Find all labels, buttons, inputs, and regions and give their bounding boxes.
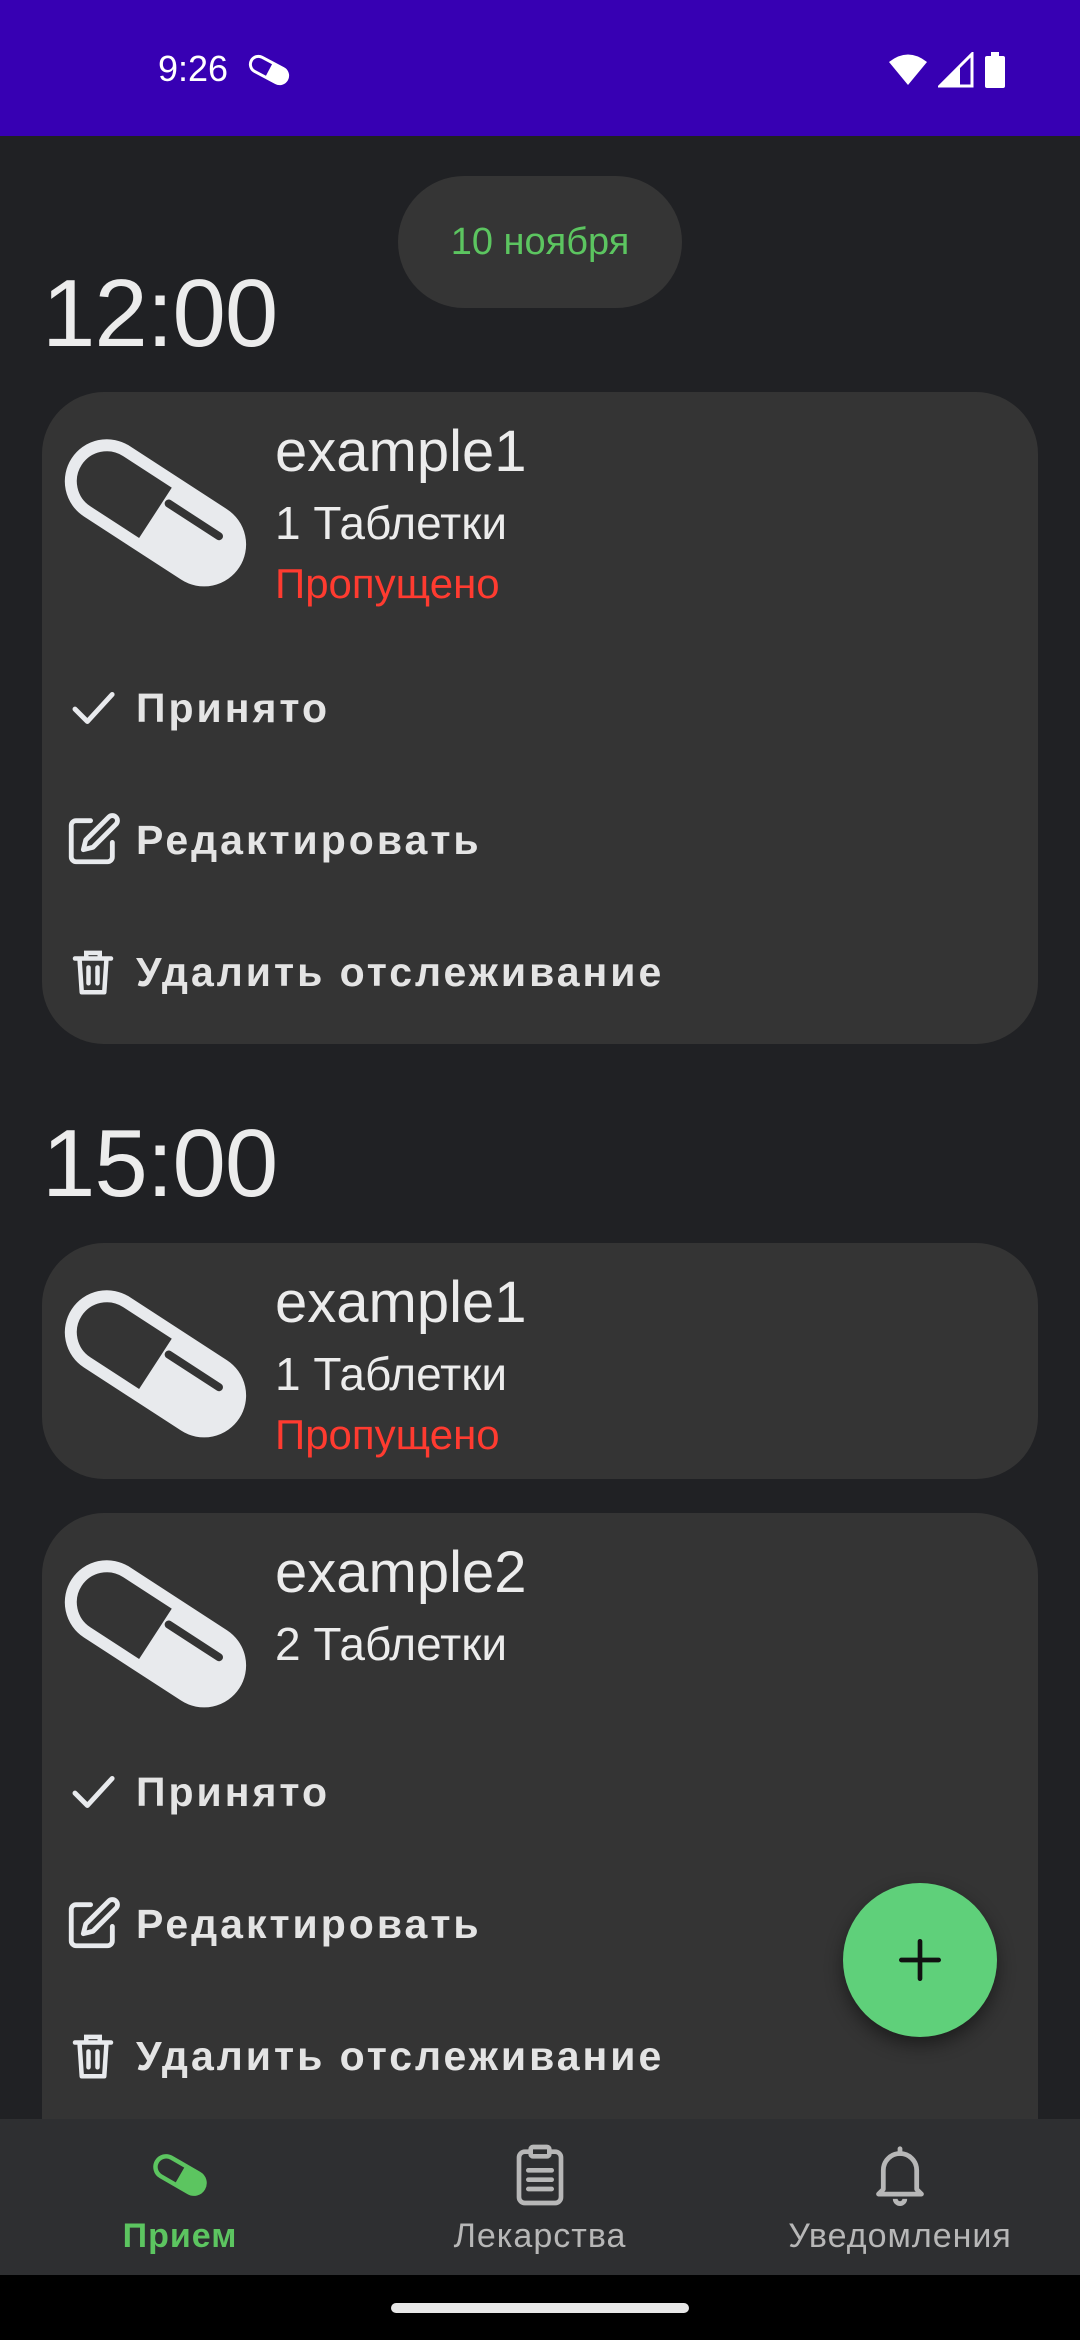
delete-tracking-button[interactable]: Удалить отслеживание bbox=[62, 2016, 962, 2096]
bottom-navigation: Прием Лекарства Уведомления bbox=[0, 2119, 1080, 2275]
gesture-navigation-area bbox=[0, 2275, 1080, 2340]
taken-label: Принято bbox=[136, 684, 330, 731]
medication-dose: 2 Таблетки bbox=[275, 1618, 508, 1670]
status-icons bbox=[888, 52, 1006, 88]
medication-dose: 1 Таблетки bbox=[275, 1348, 508, 1400]
nav-label: Лекарства bbox=[453, 2217, 627, 2255]
delete-tracking-button[interactable]: Удалить отслеживание bbox=[62, 932, 962, 1012]
edit-button[interactable]: Редактировать bbox=[62, 800, 962, 880]
status-time: 9:26 bbox=[158, 48, 229, 89]
intake-list[interactable]: 10 ноября 12:00 example1 1 Таблетки Проп… bbox=[0, 136, 1080, 2119]
pill-icon bbox=[148, 2143, 212, 2207]
check-icon bbox=[62, 1761, 124, 1823]
battery-icon bbox=[985, 52, 1005, 88]
plus-icon bbox=[899, 1939, 941, 1981]
taken-label: Принято bbox=[136, 1768, 330, 1815]
pill-notification-icon bbox=[248, 54, 290, 86]
nav-item-medications[interactable]: Лекарства bbox=[360, 2119, 720, 2275]
nav-label: Уведомления bbox=[788, 2217, 1012, 2255]
medication-name: example2 bbox=[275, 1540, 527, 1605]
check-icon bbox=[62, 677, 124, 739]
nav-item-notifications[interactable]: Уведомления bbox=[720, 2119, 1080, 2275]
delete-tracking-label: Удалить отслеживание bbox=[136, 948, 665, 995]
nav-label: Прием bbox=[122, 2217, 238, 2255]
trash-icon bbox=[62, 2025, 124, 2087]
edit-label: Редактировать bbox=[136, 1900, 482, 1947]
pill-icon bbox=[64, 439, 247, 587]
nav-item-intake[interactable]: Прием bbox=[0, 2119, 360, 2275]
edit-label: Редактировать bbox=[136, 816, 482, 863]
wifi-icon bbox=[889, 54, 927, 85]
medication-dose: 1 Таблетки bbox=[275, 497, 508, 549]
taken-button[interactable]: Принято bbox=[62, 1752, 962, 1832]
gesture-handle[interactable] bbox=[391, 2303, 689, 2313]
clipboard-icon bbox=[508, 2143, 572, 2207]
intake-card[interactable]: example1 1 Таблетки Пропущено bbox=[42, 1243, 1038, 1479]
medication-name: example1 bbox=[275, 419, 527, 484]
status-missed: Пропущено bbox=[275, 560, 500, 607]
date-chip[interactable]: 10 ноября bbox=[398, 176, 682, 308]
intake-card[interactable]: example1 1 Таблетки Пропущено Принято Ре… bbox=[42, 392, 1038, 1044]
pill-icon bbox=[64, 1560, 247, 1708]
edit-icon bbox=[62, 809, 124, 871]
delete-tracking-label: Удалить отслеживание bbox=[136, 2032, 665, 2079]
trash-icon bbox=[62, 941, 124, 1003]
taken-button[interactable]: Принято bbox=[62, 668, 962, 748]
edit-button[interactable]: Редактировать bbox=[62, 1884, 962, 1964]
status-missed: Пропущено bbox=[275, 1411, 500, 1458]
time-heading: 12:00 bbox=[42, 260, 278, 367]
status-bar: 9:26 bbox=[0, 0, 1080, 136]
bell-icon bbox=[868, 2143, 932, 2207]
time-heading: 15:00 bbox=[42, 1110, 278, 1217]
edit-icon bbox=[62, 1893, 124, 1955]
signal-icon bbox=[938, 52, 974, 88]
add-button[interactable] bbox=[843, 1883, 997, 2037]
medication-name: example1 bbox=[275, 1270, 527, 1335]
pill-icon bbox=[64, 1290, 247, 1438]
